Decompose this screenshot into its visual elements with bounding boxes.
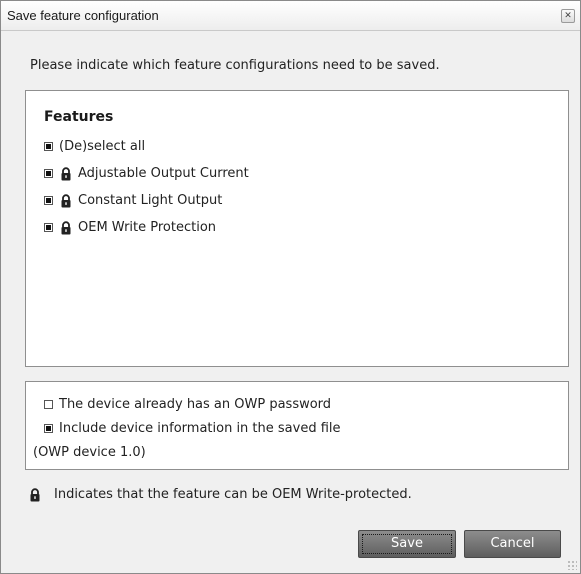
lock-icon bbox=[30, 487, 40, 501]
cancel-button-label: Cancel bbox=[490, 536, 535, 551]
lock-legend: Indicates that the feature can be OEM Wr… bbox=[28, 487, 412, 502]
device-info-text: (OWP device 1.0) bbox=[33, 445, 146, 460]
save-button[interactable]: Save bbox=[358, 530, 456, 558]
options-panel: The device already has an OWP password I… bbox=[25, 381, 569, 470]
include-device-info-label: Include device information in the saved … bbox=[59, 421, 341, 436]
feature-label: (De)select all bbox=[59, 139, 146, 154]
owp-password-label: The device already has an OWP password bbox=[59, 397, 332, 412]
save-feature-dialog: Save feature configuration ✕ Please indi… bbox=[0, 0, 581, 574]
feature-row-adjustable-output-current[interactable]: Adjustable Output Current bbox=[44, 166, 249, 181]
lock-legend-text: Indicates that the feature can be OEM Wr… bbox=[54, 487, 412, 502]
feature-label: Adjustable Output Current bbox=[78, 166, 249, 181]
focus-ring bbox=[362, 534, 452, 554]
feature-checkbox[interactable] bbox=[44, 223, 53, 232]
title-bar[interactable]: Save feature configuration ✕ bbox=[1, 1, 580, 31]
close-icon[interactable]: ✕ bbox=[561, 9, 575, 23]
feature-label: OEM Write Protection bbox=[78, 220, 217, 235]
include-device-info-checkbox[interactable] bbox=[44, 424, 53, 433]
resize-grip-icon[interactable] bbox=[567, 560, 577, 570]
owp-password-option[interactable]: The device already has an OWP password bbox=[44, 397, 331, 412]
include-device-info-option[interactable]: Include device information in the saved … bbox=[44, 421, 341, 436]
feature-checkbox[interactable] bbox=[44, 169, 53, 178]
lock-icon bbox=[61, 193, 71, 207]
lock-icon bbox=[61, 220, 71, 234]
cancel-button[interactable]: Cancel bbox=[464, 530, 561, 558]
instruction-text: Please indicate which feature configurat… bbox=[30, 58, 440, 73]
feature-checkbox[interactable] bbox=[44, 196, 53, 205]
features-heading: Features bbox=[44, 109, 114, 125]
owp-password-checkbox[interactable] bbox=[44, 400, 53, 409]
feature-row-constant-light-output[interactable]: Constant Light Output bbox=[44, 193, 222, 208]
feature-row-oem-write-protection[interactable]: OEM Write Protection bbox=[44, 220, 216, 235]
select-all-checkbox[interactable] bbox=[44, 142, 53, 151]
features-panel: Features (De)select all Adjustable Outpu… bbox=[25, 90, 569, 367]
dialog-title: Save feature configuration bbox=[7, 8, 159, 23]
feature-row-select-all[interactable]: (De)select all bbox=[44, 139, 145, 154]
feature-label: Constant Light Output bbox=[78, 193, 223, 208]
lock-icon bbox=[61, 166, 71, 180]
